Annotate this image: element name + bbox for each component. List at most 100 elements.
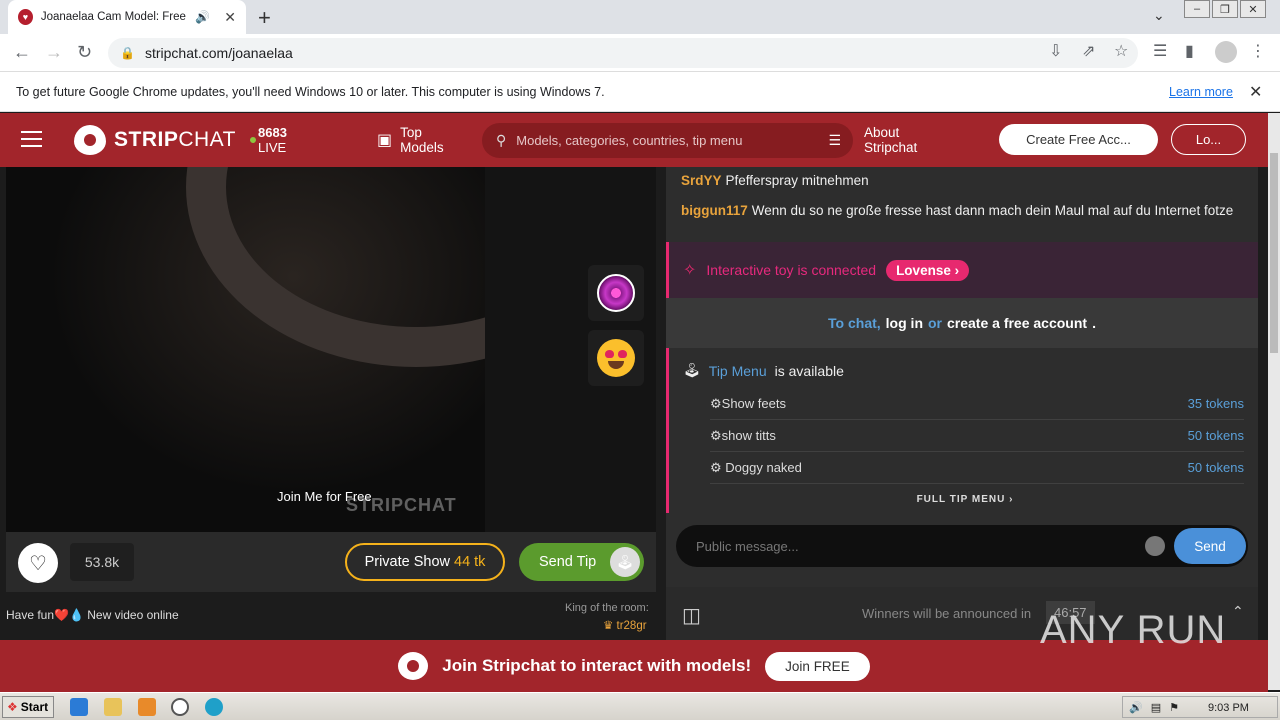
top-models-link[interactable]: ▣ Top Models [377, 125, 444, 155]
winners-text: Winners will be announced in [862, 606, 1032, 621]
heart-eyes-emoji-icon [597, 339, 635, 377]
window-controls: – ❐ ✕ [1182, 0, 1266, 20]
reactions-button[interactable] [588, 330, 644, 386]
infobar-message: To get future Google Chrome updates, you… [16, 84, 605, 99]
edge-icon[interactable] [205, 698, 223, 716]
joystick-icon: 🕹 [683, 362, 701, 378]
lovense-badge[interactable]: Lovense › [886, 259, 970, 281]
joystick-icon: 🕹 [610, 547, 640, 577]
tip-menu-link[interactable]: Tip Menu [709, 363, 767, 379]
private-show-button[interactable]: Private Show 44 tk [345, 543, 505, 581]
share-icon[interactable]: ⇗ [1082, 41, 1095, 61]
toy-icon: ✧ [683, 262, 697, 279]
page-scrollbar[interactable] [1268, 113, 1280, 690]
close-window-button[interactable]: ✕ [1240, 0, 1266, 18]
install-app-icon[interactable]: ⇩ [1049, 41, 1062, 61]
chevron-up-icon[interactable]: ⌃ [1232, 603, 1244, 620]
internet-explorer-icon[interactable] [70, 698, 88, 716]
chrome-icon[interactable] [171, 698, 189, 716]
close-tab-icon[interactable]: ✕ [224, 9, 236, 26]
media-queue-icon[interactable]: ☰ [1153, 41, 1167, 61]
tab-search-chevron-icon[interactable]: ⌄ [1153, 7, 1165, 24]
reload-icon[interactable]: ↻ [77, 42, 92, 63]
heart-icon: ♡ [29, 552, 47, 575]
browser-tab-strip: ♥ Joanaelaa Cam Model: Free Live 🔊 ✕ + ⌄… [0, 0, 1280, 34]
join-free-button[interactable]: Join FREE [765, 651, 870, 681]
live-dot-icon [250, 137, 256, 143]
tip-menu-item[interactable]: ⚙ Doggy naked 50 tokens [710, 452, 1244, 484]
likes-count: 53.8k [70, 543, 134, 581]
tab-title: Joanaelaa Cam Model: Free Live [40, 11, 187, 23]
create-free-account-link[interactable]: create a free account [947, 315, 1087, 331]
new-tab-button[interactable]: + [258, 5, 271, 31]
full-tip-menu-link[interactable]: FULL TIP MENU › [669, 494, 1261, 505]
filter-sliders-icon[interactable]: ☰ [828, 132, 841, 149]
side-panel-icon[interactable]: ▮ [1185, 41, 1194, 61]
model-bio: Have fun❤️💧 New video online [6, 608, 179, 622]
about-stripchat-link[interactable]: About Stripchat [864, 125, 917, 155]
lock-icon[interactable]: 🔒 [120, 46, 135, 60]
anyrun-watermark: ANY RUN [1040, 608, 1227, 652]
address-bar[interactable]: 🔒 stripchat.com/joanaelaa [108, 38, 1138, 68]
learn-more-link[interactable]: Learn more [1169, 85, 1233, 99]
chat-username[interactable]: SrdYY [681, 173, 722, 188]
chat-message: biggun117 Wenn du so ne große fresse hast… [681, 203, 1234, 218]
browser-tab[interactable]: ♥ Joanaelaa Cam Model: Free Live 🔊 ✕ [8, 0, 246, 34]
audio-playing-icon[interactable]: 🔊 [195, 10, 210, 24]
tip-icon: ⚙ [710, 459, 722, 475]
king-of-room-user[interactable]: ♛ tr28gr [603, 618, 647, 632]
login-button[interactable]: Lo... [1171, 124, 1246, 155]
logo-text: STRIPCHAT [114, 128, 236, 151]
wheel-of-fortune-button[interactable] [588, 265, 644, 321]
favorite-heart-button[interactable]: ♡ [18, 543, 58, 583]
login-to-chat-prompt: To chat, log in or create a free account… [666, 298, 1258, 348]
start-button[interactable]: ❖ Start [2, 696, 54, 718]
search-input[interactable]: ⚲ Models, categories, countries, tip men… [482, 123, 853, 158]
tip-menu-item[interactable]: ⚙show titts 50 tokens [710, 420, 1244, 452]
tip-menu: 🕹 Tip Menu is available ⚙Show feets 35 t… [666, 348, 1258, 513]
volume-icon[interactable]: 🔊 [1129, 701, 1143, 714]
hamburger-menu-icon[interactable] [21, 131, 42, 152]
network-icon[interactable]: ▤ [1151, 701, 1161, 714]
bookmark-star-icon[interactable]: ☆ [1114, 41, 1128, 61]
send-tip-button[interactable]: Send Tip 🕹 [519, 543, 644, 581]
tip-icon: ⚙ [710, 395, 722, 411]
profile-avatar-icon[interactable] [1215, 41, 1237, 63]
live-label: LIVE [258, 140, 287, 155]
public-message-input[interactable]: Public message... Send [676, 525, 1248, 567]
chat-panel: SrdYY Pfefferspray mitnehmen biggun117 Wen… [666, 167, 1258, 587]
media-player-icon[interactable] [138, 698, 156, 716]
log-in-link[interactable]: log in [886, 315, 923, 331]
system-tray: 🔊 ▤ ⚑ [1122, 696, 1278, 718]
restore-button[interactable]: ❐ [1212, 0, 1238, 18]
coins-icon: ◫ [682, 605, 701, 627]
composer-placeholder: Public message... [696, 539, 799, 554]
emoji-picker-icon[interactable] [1145, 536, 1165, 556]
send-button[interactable]: Send [1174, 528, 1246, 564]
tip-icon: ⚙ [710, 427, 722, 443]
flag-icon[interactable]: ⚑ [1169, 701, 1179, 714]
create-account-button[interactable]: Create Free Acc... [999, 124, 1158, 155]
live-count-number: 8683 [258, 125, 287, 140]
stripchat-logo-icon [74, 125, 106, 155]
fortune-wheel-icon [597, 274, 635, 312]
forward-arrow-icon[interactable]: → [45, 42, 63, 63]
interactive-toy-notice: ✧ Interactive toy is connected Lovense › [666, 242, 1258, 298]
tip-menu-item[interactable]: ⚙Show feets 35 tokens [710, 388, 1244, 420]
minimize-button[interactable]: – [1184, 0, 1210, 18]
close-infobar-icon[interactable]: ✕ [1249, 82, 1262, 102]
podium-icon: ▣ [377, 131, 393, 149]
kebab-menu-icon[interactable]: ⋮ [1250, 41, 1266, 61]
tip-menu-heading: 🕹 Tip Menu is available [683, 362, 844, 379]
url-text[interactable]: stripchat.com/joanaelaa [145, 45, 293, 61]
chat-username[interactable]: biggun117 [681, 203, 748, 218]
back-arrow-icon[interactable]: ← [13, 42, 31, 63]
video-player[interactable]: Join Me for Free STRIPCHAT [6, 167, 656, 532]
site-header: STRIPCHAT 8683 LIVE ▣ Top Models ⚲ Models… [0, 113, 1268, 167]
stripchat-logo[interactable]: STRIPCHAT [74, 125, 236, 155]
room-info: Have fun❤️💧 New video online King of the… [0, 592, 664, 640]
stripchat-favicon-icon: ♥ [18, 9, 33, 25]
file-explorer-icon[interactable] [104, 698, 122, 716]
crown-icon: ♛ [603, 620, 617, 632]
taskbar-clock[interactable]: 9:03 PM [1208, 702, 1249, 714]
